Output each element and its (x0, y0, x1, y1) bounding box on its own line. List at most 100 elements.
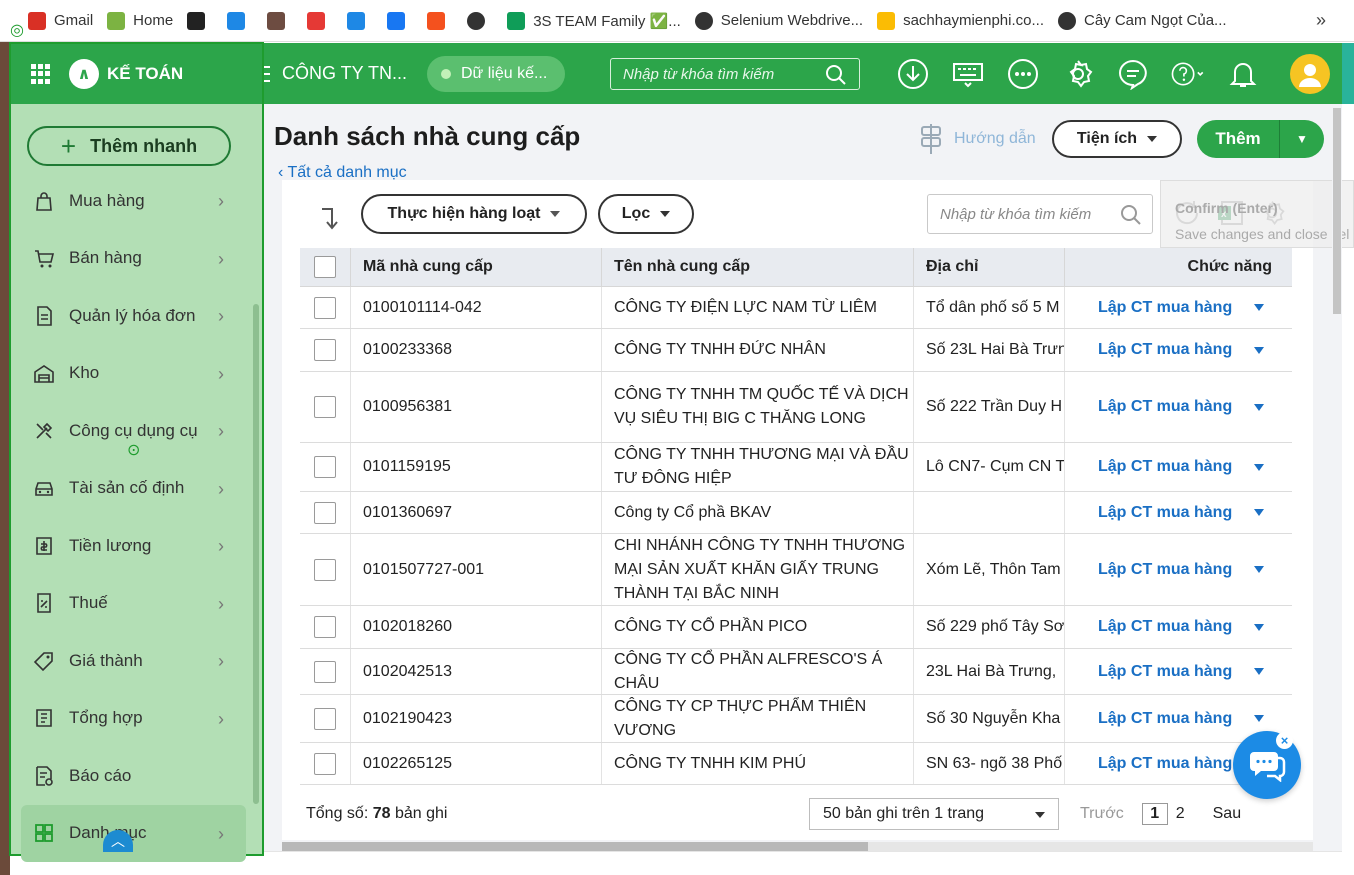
action-caret-down-icon[interactable] (1254, 668, 1265, 675)
table-row[interactable]: 0101159195 CÔNG TY TNHH THƯƠNG MẠI VÀ ĐẦU… (300, 443, 1292, 492)
table-row[interactable]: 0100233368 CÔNG TY TNHH ĐỨC NHÂN Số 23L Ha… (300, 329, 1292, 372)
bookmark-item[interactable] (187, 11, 213, 30)
row-checkbox[interactable] (314, 752, 336, 775)
create-purchase-voucher-link[interactable]: Lập CT mua hàng (1098, 710, 1232, 728)
add-dropdown-caret-icon[interactable]: ▼ (1280, 132, 1324, 146)
supplier-code[interactable]: 0100233368 (351, 329, 602, 371)
vertical-scroll-thumb[interactable] (1333, 108, 1341, 314)
supplier-code[interactable]: 0101159195 (351, 443, 602, 491)
page-size-select[interactable]: 50 bản ghi trên 1 trang (809, 798, 1059, 830)
table-row[interactable]: 0101360697 Công ty Cổ phầ BKAV Lập CT mua … (300, 492, 1292, 534)
global-search-input[interactable]: Nhập từ khóa tìm kiếm (610, 58, 860, 90)
bookmark-item[interactable] (427, 11, 453, 30)
sidebar-item-11[interactable]: Danh mục › (21, 804, 246, 862)
supplier-code[interactable]: 0100956381 (351, 372, 602, 442)
supplier-name[interactable]: Công ty Cổ phầ BKAV (602, 492, 914, 533)
sidebar-item-10[interactable]: Báo cáo (11, 747, 246, 805)
page-2-button[interactable]: 2 (1176, 805, 1185, 823)
bookmark-item[interactable] (307, 11, 333, 30)
bookmark-item[interactable]: sachhaymienphi.co... (877, 11, 1044, 30)
supplier-name[interactable]: CÔNG TY TNHH THƯƠNG MẠI VÀ ĐẦU TƯ ĐÔNG H… (602, 443, 914, 491)
download-icon[interactable] (895, 56, 931, 92)
row-checkbox[interactable] (314, 339, 336, 361)
help-icon[interactable] (1170, 56, 1206, 92)
bookmark-item[interactable] (467, 11, 493, 30)
supplier-address[interactable] (914, 492, 1065, 533)
row-checkbox[interactable] (314, 296, 336, 319)
supplier-name[interactable]: CÔNG TY TNHH KIM PHÚ (602, 743, 914, 784)
header-address[interactable]: Địa chỉ (914, 247, 1065, 287)
supplier-name[interactable]: CÔNG TY TNHH TM QUỐC TẾ VÀ DỊCH VỤ SIÊU … (602, 372, 914, 442)
bookmark-item[interactable] (387, 11, 413, 30)
bookmark-item[interactable]: 3S TEAM Family ✅... (507, 11, 681, 30)
supplier-address[interactable]: 23L Hai Bà Trưng, (914, 649, 1065, 694)
chat-icon[interactable] (1115, 56, 1151, 92)
create-purchase-voucher-link[interactable]: Lập CT mua hàng (1098, 299, 1232, 317)
create-purchase-voucher-link[interactable]: Lập CT mua hàng (1098, 755, 1232, 773)
row-checkbox[interactable] (314, 558, 336, 581)
supplier-name[interactable]: CÔNG TY CP THỰC PHẨM THIÊN VƯƠNG (602, 695, 914, 742)
search-icon[interactable] (1120, 204, 1142, 226)
bookmarks-more-button[interactable]: » (1316, 10, 1326, 31)
horizontal-scrollbar[interactable] (282, 842, 1313, 851)
supplier-code[interactable]: 0100101114-042 (351, 287, 602, 328)
supplier-code[interactable]: 0102042513 (351, 649, 602, 694)
sidebar-item-5[interactable]: Tài sản cố định › (11, 460, 246, 518)
more-icon[interactable] (1005, 56, 1041, 92)
supplier-name[interactable]: CÔNG TY TNHH ĐỨC NHÂN (602, 329, 914, 371)
sidebar-item-7[interactable]: Thuế › (11, 575, 246, 633)
user-avatar[interactable] (1290, 54, 1330, 94)
collapse-up-icon[interactable]: ︿ (103, 830, 133, 852)
quick-add-button[interactable]: + Thêm nhanh (27, 126, 231, 166)
sort-icon[interactable] (318, 205, 344, 239)
action-caret-down-icon[interactable] (1254, 566, 1265, 573)
bookmark-item[interactable]: Gmail (28, 11, 93, 30)
table-search-input[interactable]: Nhập từ khóa tìm kiếm (927, 194, 1153, 234)
bookmark-item[interactable] (267, 11, 293, 30)
settings-gear-icon[interactable] (1060, 56, 1096, 92)
filter-button[interactable]: Lọc (598, 194, 694, 234)
keyboard-icon[interactable] (950, 56, 986, 92)
header-code[interactable]: Mã nhà cung cấp (351, 247, 602, 287)
table-row[interactable]: 0102042513 CÔNG TY CỔ PHẦN ALFRESCO'S Á C… (300, 649, 1292, 695)
close-chat-icon[interactable]: × (1276, 732, 1293, 749)
bookmark-item[interactable]: Cây Cam Ngọt Của... (1058, 11, 1227, 30)
page-1-button[interactable]: 1 (1141, 803, 1168, 825)
action-caret-down-icon[interactable] (1254, 304, 1265, 311)
prev-page-button[interactable]: Trước (1080, 805, 1124, 823)
create-purchase-voucher-link[interactable]: Lập CT mua hàng (1098, 398, 1232, 416)
table-row[interactable]: 0102018260 CÔNG TY CỔ PHẦN PICO Số 229 phố… (300, 606, 1292, 649)
supplier-address[interactable]: Số 229 phố Tây Sơ (914, 606, 1065, 648)
supplier-name[interactable]: CÔNG TY ĐIỆN LỰC NAM TỪ LIÊM (602, 287, 914, 328)
sidebar-item-6[interactable]: Tiền lương › (11, 517, 246, 575)
vertical-scrollbar[interactable] (1332, 104, 1342, 875)
select-all-checkbox[interactable] (314, 256, 336, 278)
data-source-pill[interactable]: Dữ liệu kế... (427, 56, 565, 92)
action-caret-down-icon[interactable] (1254, 509, 1265, 516)
supplier-name[interactable]: CÔNG TY CỔ PHẦN PICO (602, 606, 914, 648)
table-row[interactable]: 0100956381 CÔNG TY TNHH TM QUỐC TẾ VÀ DỊC… (300, 372, 1292, 443)
sidebar-item-9[interactable]: Tổng hợp › (11, 690, 246, 748)
bookmark-item[interactable]: Home (107, 11, 173, 30)
row-checkbox[interactable] (314, 660, 336, 683)
sidebar-item-0[interactable]: Mua hàng › (11, 172, 246, 230)
supplier-address[interactable]: SN 63- ngõ 38 Phố (914, 743, 1065, 784)
utilities-button[interactable]: Tiện ích (1052, 120, 1182, 158)
sidebar-item-3[interactable]: Kho › (11, 345, 246, 403)
action-caret-down-icon[interactable] (1254, 623, 1265, 631)
supplier-code[interactable]: 0102018260 (351, 606, 602, 648)
apps-grid-icon[interactable] (31, 64, 51, 84)
bookmark-item[interactable]: Selenium Webdrive... (694, 11, 863, 30)
action-caret-down-icon[interactable] (1254, 346, 1265, 354)
notification-bell-icon[interactable] (1225, 56, 1261, 92)
supplier-address[interactable]: Tổ dân phố số 5 M (914, 287, 1065, 328)
header-name[interactable]: Tên nhà cung cấp (602, 247, 914, 287)
sidebar-scrollbar[interactable] (253, 304, 259, 804)
table-row[interactable]: 0100101114-042 CÔNG TY ĐIỆN LỰC NAM TỪ LI… (300, 287, 1292, 329)
guide-link[interactable]: Hướng dẫn (918, 124, 1036, 154)
supplier-code[interactable]: 0101360697 (351, 492, 602, 533)
supplier-address[interactable]: Số 23L Hai Bà Trưn (914, 329, 1065, 371)
sidebar-item-8[interactable]: Giá thành › (11, 632, 246, 690)
supplier-address[interactable]: Xóm Lẽ, Thôn Tam (914, 534, 1065, 605)
row-checkbox[interactable] (314, 396, 336, 418)
